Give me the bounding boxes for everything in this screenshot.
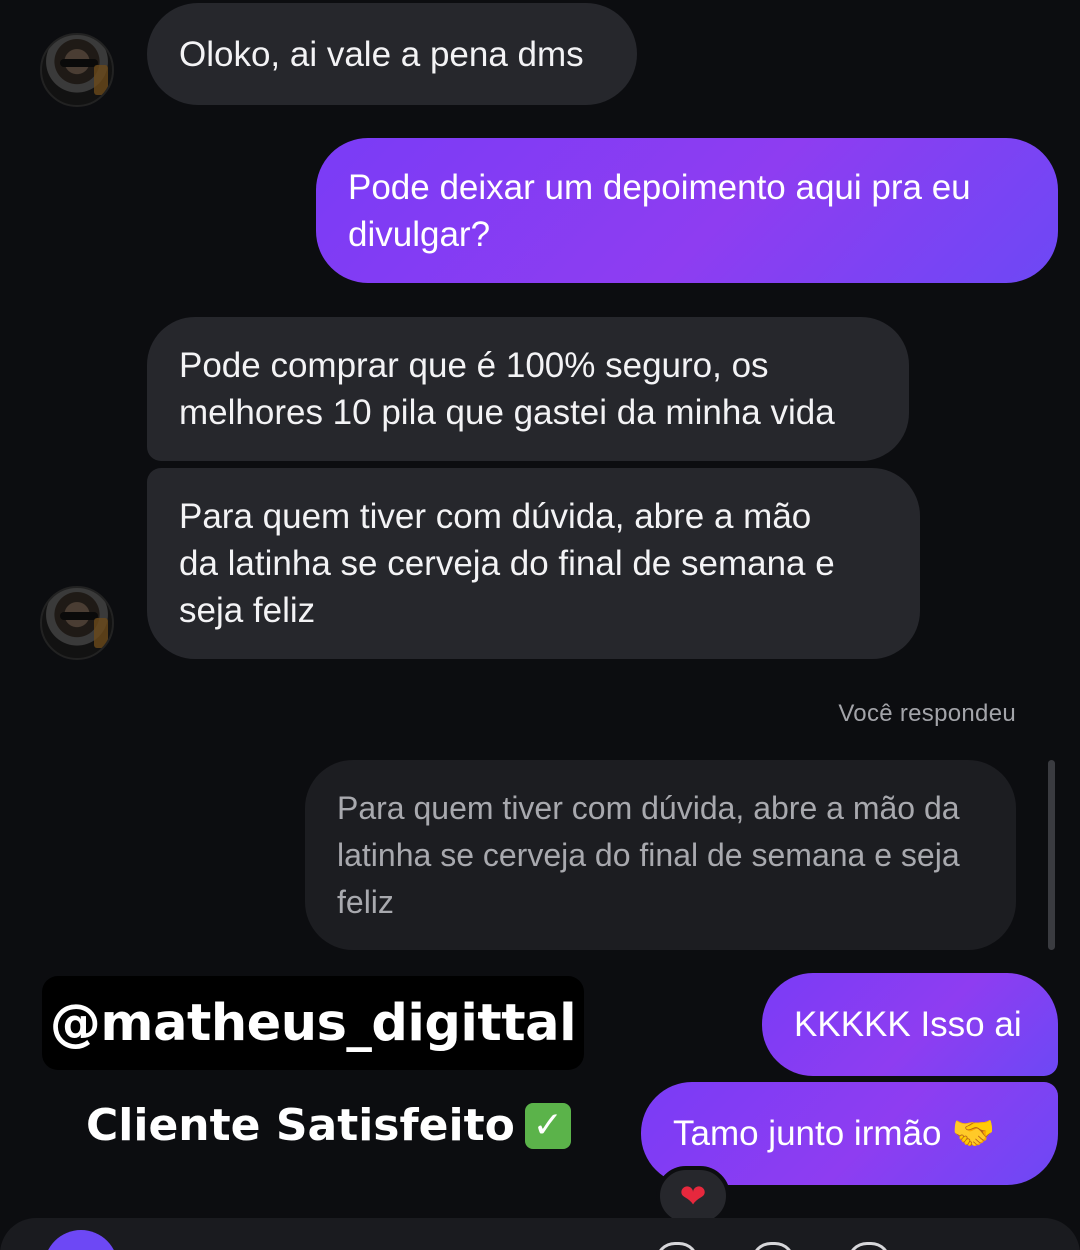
message-line: Pode deixar um depoimento aqui pra eu (348, 167, 971, 207)
message-line: da latinha se cerveja do final de semana… (179, 544, 835, 583)
gallery-icon[interactable] (751, 1242, 795, 1250)
message-line: Para quem tiver com dúvida, abre a mão (179, 497, 812, 536)
handle-banner: @matheus_digittal (42, 976, 584, 1070)
message-text: Oloko, ai vale a pena dms (179, 34, 584, 74)
quoted-line: feliz (337, 883, 394, 920)
message-line: seja feliz (179, 591, 316, 630)
composer-toolbar (655, 1242, 891, 1250)
handshake-emoji-icon: 🤝 (951, 1114, 996, 1153)
sent-message[interactable]: KKKKK Isso ai (762, 973, 1058, 1076)
quoted-line: latinha se cerveja do final de semana e … (337, 836, 960, 873)
message-text: Tamo junto irmão (673, 1114, 942, 1153)
quoted-line: Para quem tiver com dúvida, abre a mão d… (337, 789, 960, 826)
message-line: divulgar? (348, 214, 491, 254)
received-message[interactable]: Pode comprar que é 100% seguro, os melho… (147, 317, 909, 461)
heart-icon[interactable]: ❤ (656, 1166, 730, 1226)
caption: Cliente Satisfeito ✓ (86, 1100, 571, 1151)
reply-indicator: Você respondeu (838, 700, 1016, 727)
received-message[interactable]: Oloko, ai vale a pena dms (147, 3, 637, 105)
sent-message[interactable]: Pode deixar um depoimento aqui pra eu di… (316, 138, 1058, 283)
contact-avatar[interactable] (40, 586, 114, 660)
quoted-reply-message[interactable]: Para quem tiver com dúvida, abre a mão d… (305, 760, 1016, 950)
check-mark-icon: ✓ (524, 1102, 571, 1149)
profile-handle: @matheus_digittal (49, 993, 577, 1053)
message-line: melhores 10 pila que gastei da minha vid… (179, 393, 835, 432)
received-message[interactable]: Para quem tiver com dúvida, abre a mão d… (147, 468, 920, 659)
message-line: Pode comprar que é 100% seguro, os (179, 346, 769, 385)
contact-avatar[interactable] (40, 33, 114, 107)
reply-quote-bar (1048, 760, 1055, 950)
sticker-icon[interactable] (847, 1242, 891, 1250)
message-text-row: Tamo junto irmão 🤝 (673, 1110, 1026, 1157)
caption-text: Cliente Satisfeito (86, 1100, 515, 1151)
message-composer[interactable] (0, 1218, 1080, 1250)
message-text: KKKKK Isso ai (794, 1005, 1022, 1044)
mic-icon[interactable] (655, 1242, 699, 1250)
